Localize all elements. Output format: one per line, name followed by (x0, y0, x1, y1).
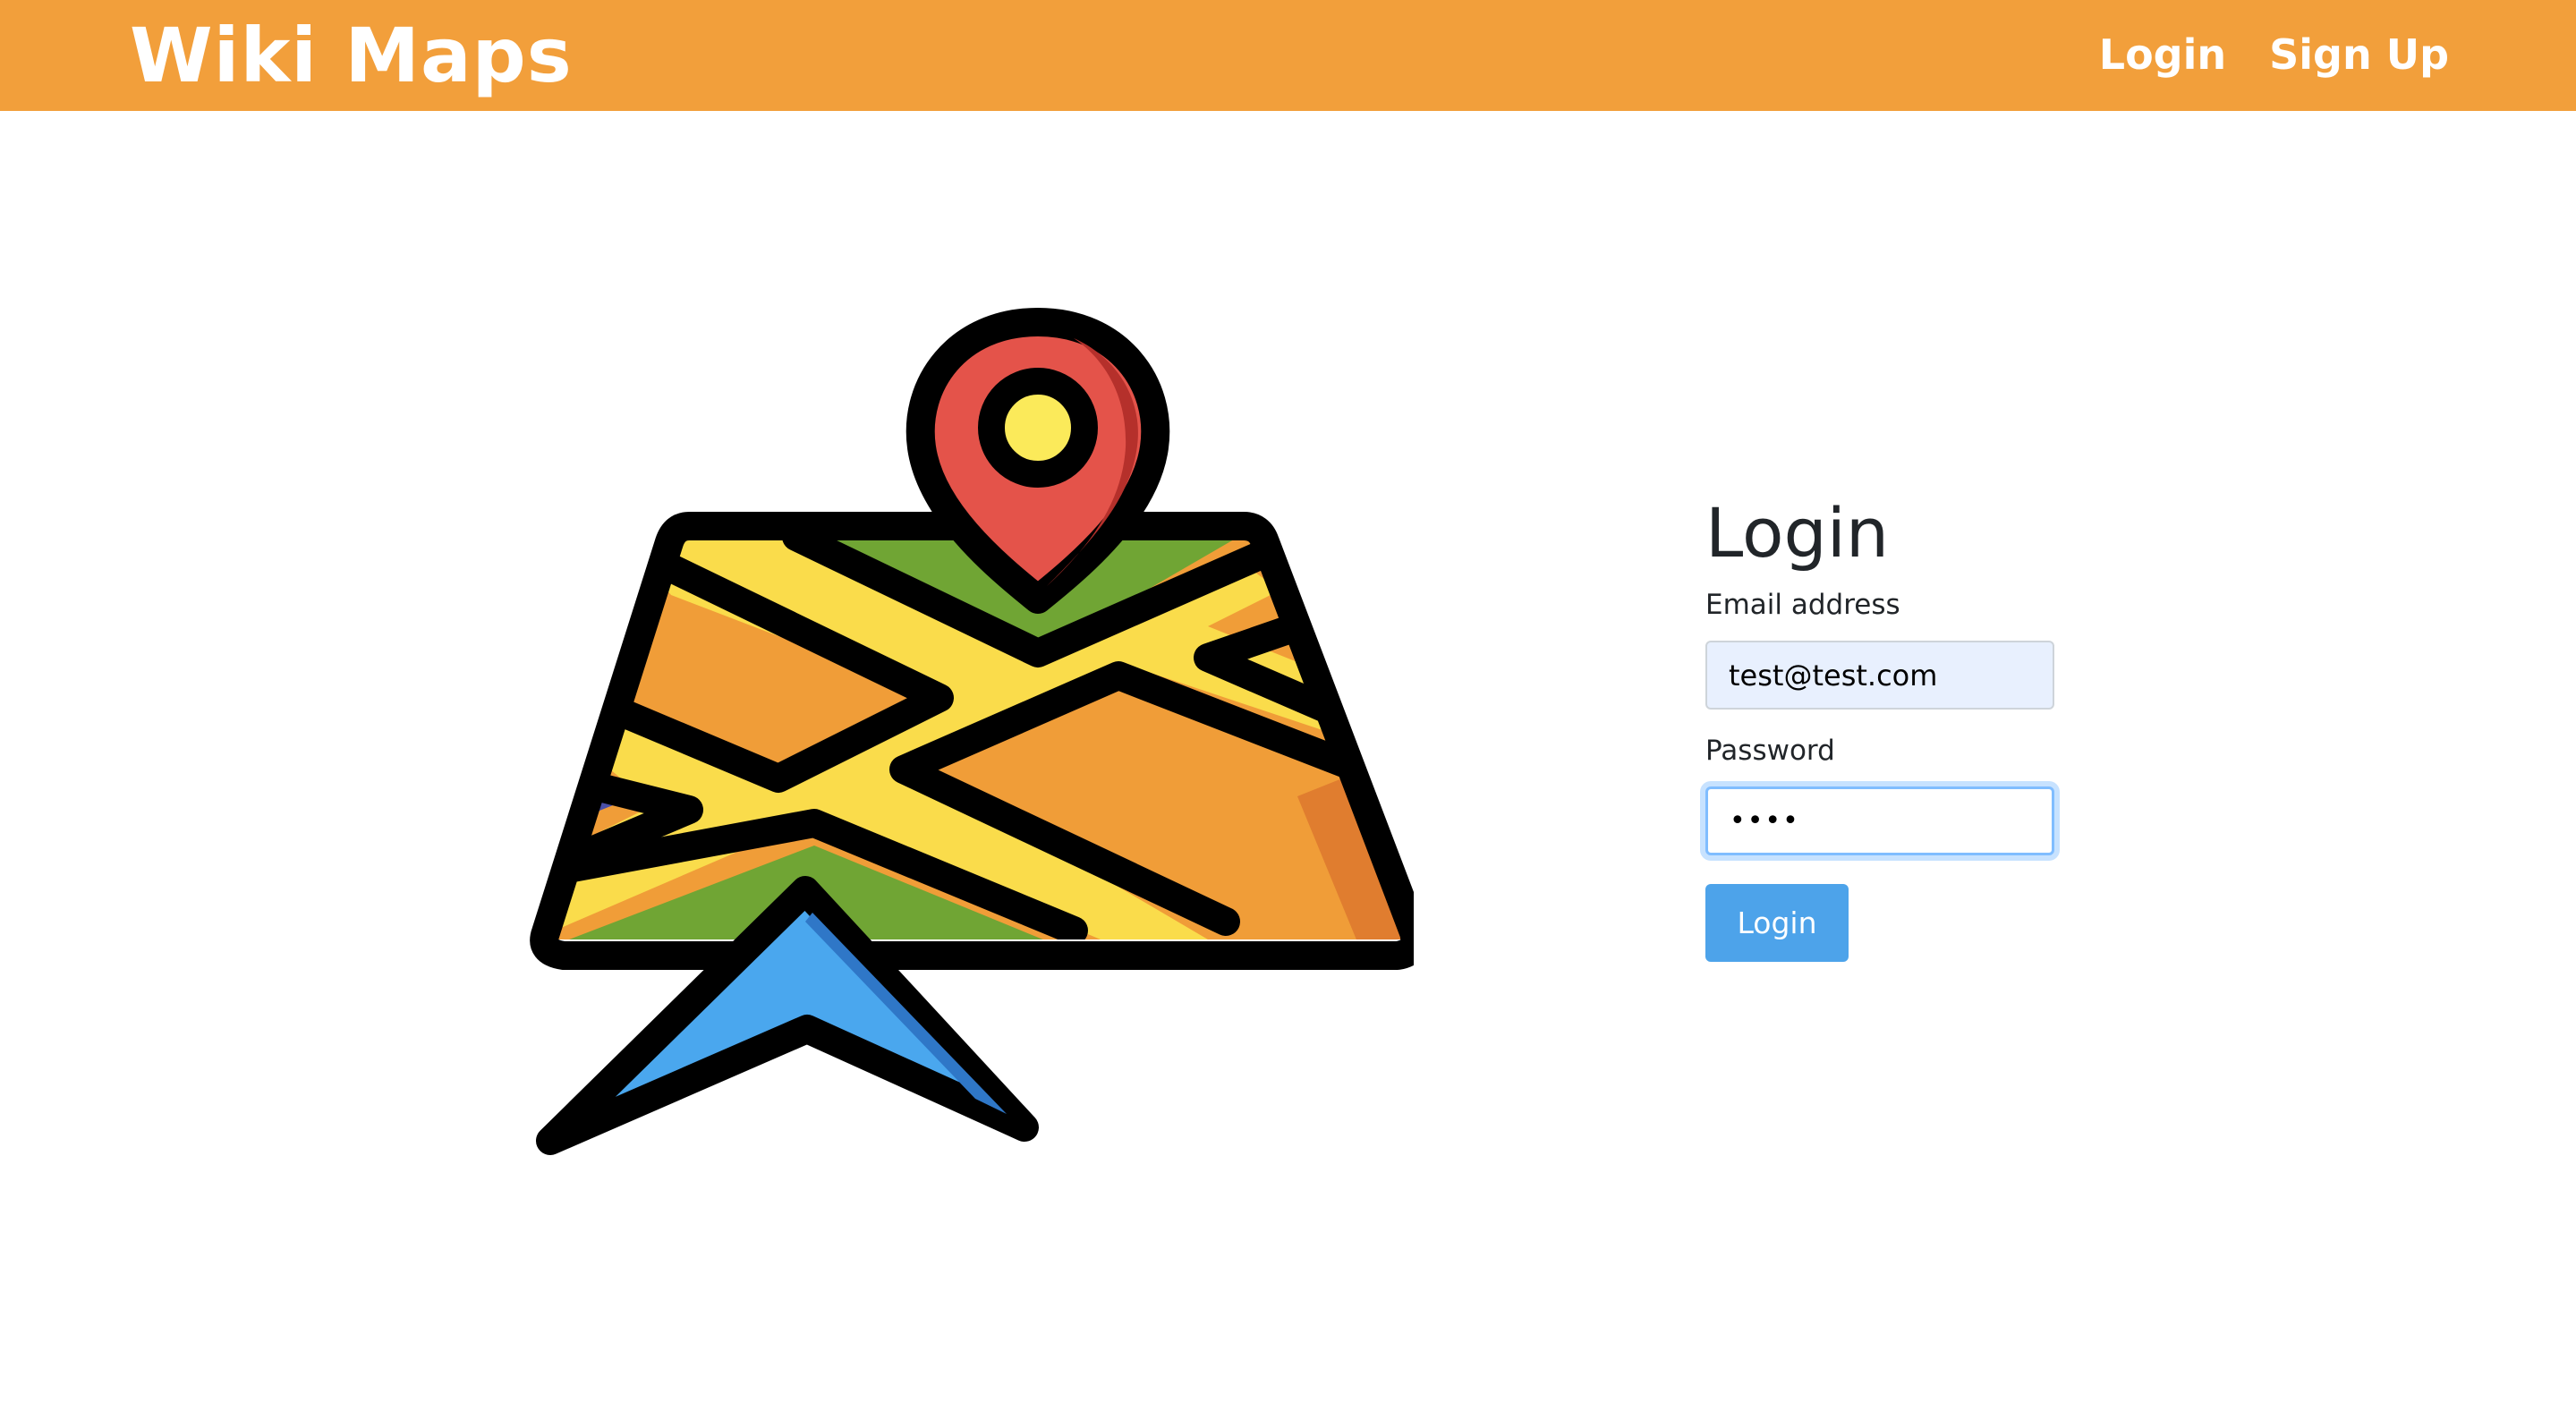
nav-login-link[interactable]: Login (2099, 27, 2226, 82)
login-form: Login Email address Password Login (1705, 492, 2081, 962)
nav-signup-link[interactable]: Sign Up (2269, 27, 2449, 82)
login-submit-button[interactable]: Login (1705, 884, 1849, 962)
email-input[interactable] (1705, 641, 2054, 710)
navbar: Wiki Maps Login Sign Up (0, 0, 2576, 111)
brand-logo[interactable]: Wiki Maps (130, 9, 573, 102)
login-title: Login (1705, 493, 1890, 573)
password-input[interactable] (1705, 786, 2054, 855)
password-field-group: Password (1705, 733, 2081, 855)
map-with-location-pin-icon (528, 295, 1430, 1199)
email-label: Email address (1705, 589, 1900, 621)
nav-links: Login Sign Up (2099, 27, 2449, 82)
email-field-group: Email address (1705, 587, 2081, 710)
password-label: Password (1705, 735, 1835, 767)
